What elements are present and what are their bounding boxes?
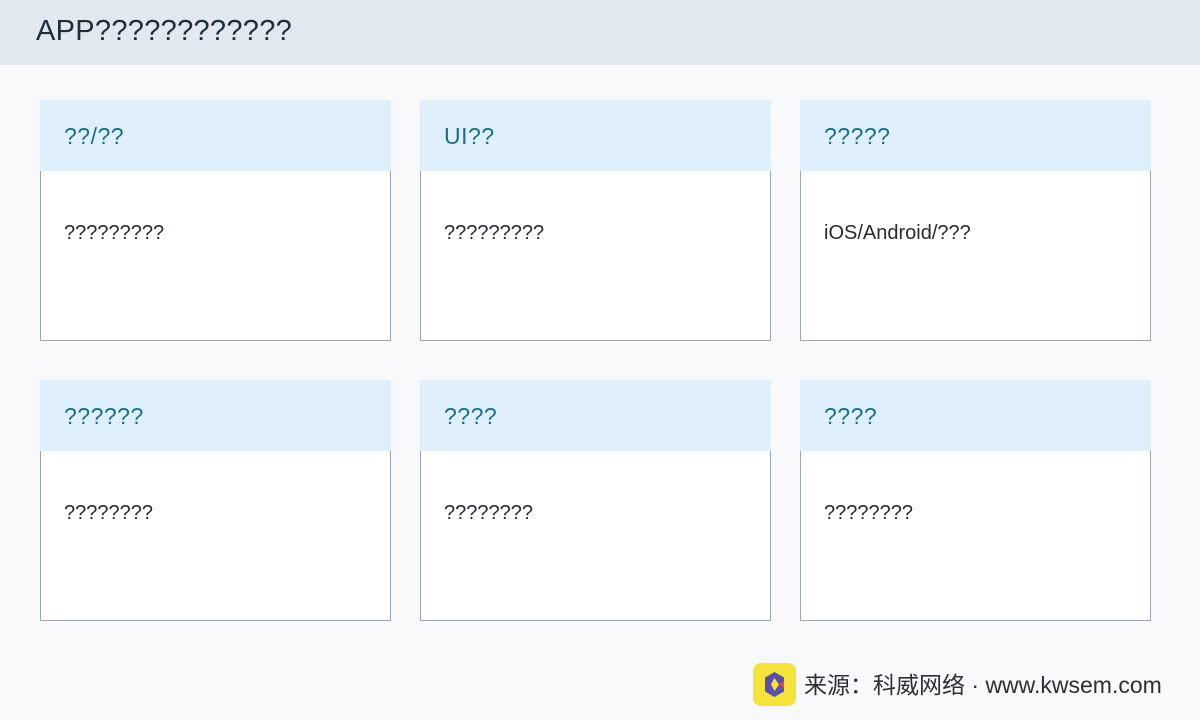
card-header: ??????: [40, 380, 391, 451]
card-header: UI??: [420, 100, 771, 171]
card-header: ??/??: [40, 100, 391, 171]
card-body: ????????: [800, 451, 1151, 621]
card-body: ????????: [420, 451, 771, 621]
kwsem-logo-icon: [753, 663, 796, 706]
feature-card: ????? iOS/Android/???: [800, 100, 1151, 341]
card-title: UI??: [444, 123, 495, 149]
card-header: ????: [420, 380, 771, 451]
feature-card: ?????? ????????: [40, 380, 391, 621]
card-body: ?????????: [420, 171, 771, 341]
card-title: ??????: [64, 403, 144, 429]
card-body: iOS/Android/???: [800, 171, 1151, 341]
card-text: ?????????: [444, 222, 545, 244]
card-header: ????: [800, 380, 1151, 451]
card-text: ????????: [444, 502, 533, 524]
source-text: 来源：科威网络 · www.kwsem.com: [804, 672, 1162, 698]
card-text: ?????????: [64, 222, 165, 244]
card-header: ?????: [800, 100, 1151, 171]
feature-card: UI?? ?????????: [420, 100, 771, 341]
card-body: ?????????: [40, 171, 391, 341]
feature-card: ??/?? ?????????: [40, 100, 391, 341]
card-body: ????????: [40, 451, 391, 621]
card-title: ????: [824, 403, 878, 429]
card-title: ????: [444, 403, 498, 429]
card-title: ?????: [824, 123, 891, 149]
feature-card: ???? ????????: [800, 380, 1151, 621]
card-title: ??/??: [64, 123, 125, 149]
feature-card: ???? ????????: [420, 380, 771, 621]
page-header: APP????????????: [0, 0, 1200, 65]
page-title: APP????????????: [36, 15, 293, 47]
source-footer: 来源：科威网络 · www.kwsem.com: [753, 663, 1193, 707]
card-text: iOS/Android/???: [824, 222, 971, 244]
card-text: ????????: [64, 502, 153, 524]
card-text: ????????: [824, 502, 913, 524]
